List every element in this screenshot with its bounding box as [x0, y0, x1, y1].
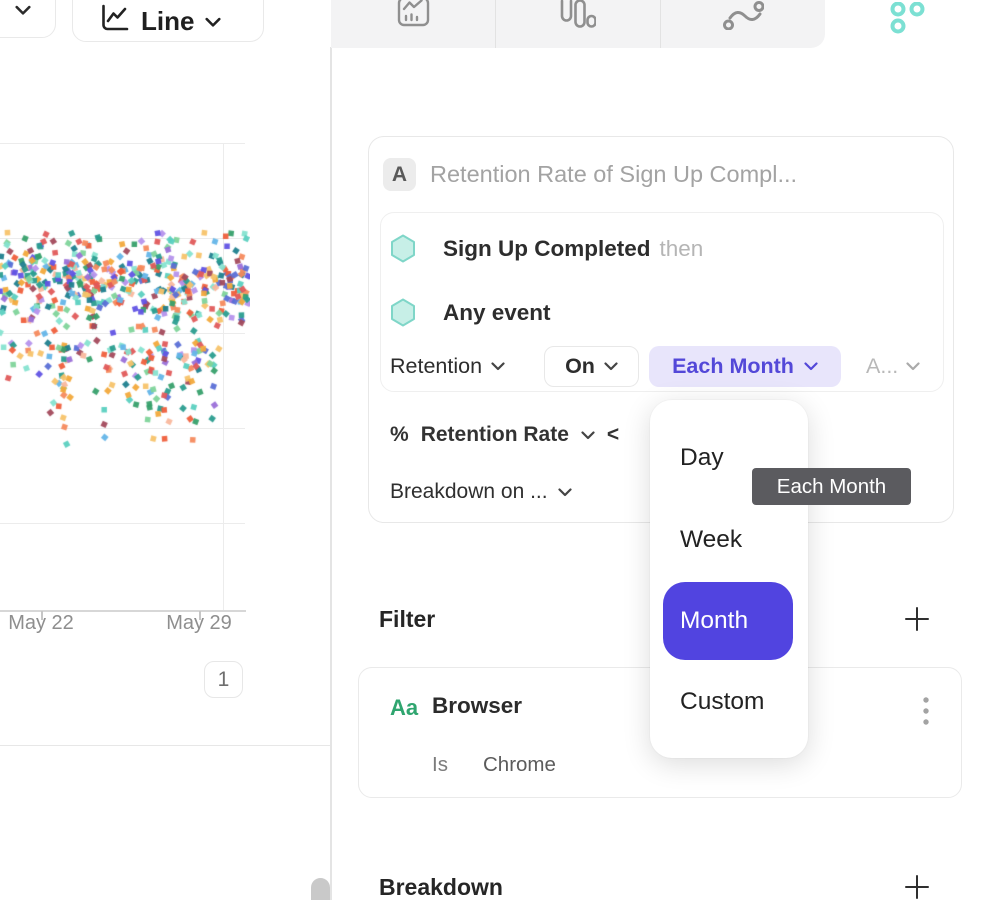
- horizontal-divider: [0, 745, 331, 746]
- event-name: Any event: [443, 300, 551, 325]
- comparator-symbol[interactable]: <: [607, 423, 619, 447]
- filter-property[interactable]: Browser: [432, 693, 522, 719]
- metric-label: Retention: [390, 354, 482, 379]
- event-name: Sign Up Completed: [443, 236, 651, 261]
- chevron-down-icon: [205, 17, 219, 26]
- breakdown-on-dropdown[interactable]: Breakdown on ...: [390, 478, 572, 506]
- plus-icon: [903, 605, 931, 633]
- plus-icon: [903, 873, 931, 900]
- chevron-down-icon: [581, 431, 595, 440]
- tab-flow[interactable]: [660, 0, 825, 48]
- tab-retention-active[interactable]: [825, 0, 982, 48]
- pagination-page-button[interactable]: 1: [204, 661, 243, 698]
- event-step-2[interactable]: Any event: [443, 300, 551, 326]
- truncated-dropdown[interactable]: A...: [866, 346, 920, 387]
- chevron-down-icon: [804, 362, 818, 371]
- x-tick-label-may29: May 29: [148, 612, 250, 635]
- retention-dots-icon: [890, 2, 926, 34]
- filter-operator[interactable]: Is: [432, 753, 448, 777]
- kebab-menu-icon: [922, 695, 930, 727]
- interval-label: Each Month: [672, 354, 794, 379]
- chevron-down-icon: [558, 488, 572, 497]
- dropdown-option-custom[interactable]: Custom: [680, 688, 764, 716]
- filter-section-title: Filter: [379, 606, 435, 633]
- on-dropdown-button[interactable]: On: [544, 346, 639, 387]
- event-step-1[interactable]: Sign Up Completed then: [443, 236, 703, 262]
- event-hexagon-icon: [390, 298, 416, 327]
- on-label: On: [565, 354, 595, 379]
- bar-chart-icon: [559, 0, 596, 29]
- scrollbar-thumb[interactable]: [311, 878, 330, 900]
- percent-symbol: %: [390, 423, 409, 447]
- chart-type-label: Line: [141, 6, 194, 37]
- add-breakdown-button[interactable]: [902, 872, 932, 900]
- breakdown-section-title: Breakdown: [379, 874, 503, 900]
- measure-label: Retention Rate: [421, 423, 569, 447]
- dropdown-option-day[interactable]: Day: [680, 444, 724, 472]
- event-connector: then: [660, 236, 704, 261]
- line-chart-frame-icon: [397, 0, 431, 27]
- metric-dropdown[interactable]: Retention: [390, 346, 505, 387]
- gridline: [0, 523, 245, 524]
- chevron-down-icon: [15, 5, 29, 14]
- add-filter-button[interactable]: [902, 604, 932, 634]
- line-chart-icon: [99, 4, 130, 38]
- series-badge: A: [383, 158, 416, 191]
- each-month-tooltip: Each Month: [752, 468, 911, 505]
- vertical-panel-divider: [330, 47, 332, 900]
- chevron-down-icon: [906, 362, 920, 371]
- breakdown-on-label: Breakdown on ...: [390, 480, 548, 504]
- chevron-down-icon: [604, 362, 618, 371]
- filter-options-menu-button[interactable]: [920, 694, 932, 728]
- measure-dropdown[interactable]: % Retention Rate <: [390, 421, 619, 449]
- tab-line-chart[interactable]: [331, 0, 495, 48]
- tab-bar-chart[interactable]: [495, 0, 660, 48]
- chart-type-dropdown-button[interactable]: Line: [72, 0, 264, 42]
- retention-scatter-chart: [0, 135, 250, 455]
- chevron-down-icon: [491, 362, 505, 371]
- x-tick-label-may22: May 22: [0, 612, 92, 635]
- filter-value[interactable]: Chrome: [483, 753, 556, 777]
- interval-dropdown-button[interactable]: Each Month: [649, 346, 841, 387]
- toolbar-collapsed-dropdown-button[interactable]: [0, 0, 56, 38]
- dropdown-option-week[interactable]: Week: [680, 526, 742, 554]
- truncated-label: A...: [866, 354, 898, 379]
- string-type-icon: Aa: [390, 695, 418, 721]
- event-hexagon-icon: [390, 234, 416, 263]
- flow-curve-icon: [722, 0, 764, 30]
- dropdown-option-month-selected[interactable]: Month: [663, 582, 793, 660]
- analytics-report-screen: Line May 22 May 29 1: [0, 0, 982, 900]
- query-title[interactable]: Retention Rate of Sign Up Compl...: [430, 161, 797, 188]
